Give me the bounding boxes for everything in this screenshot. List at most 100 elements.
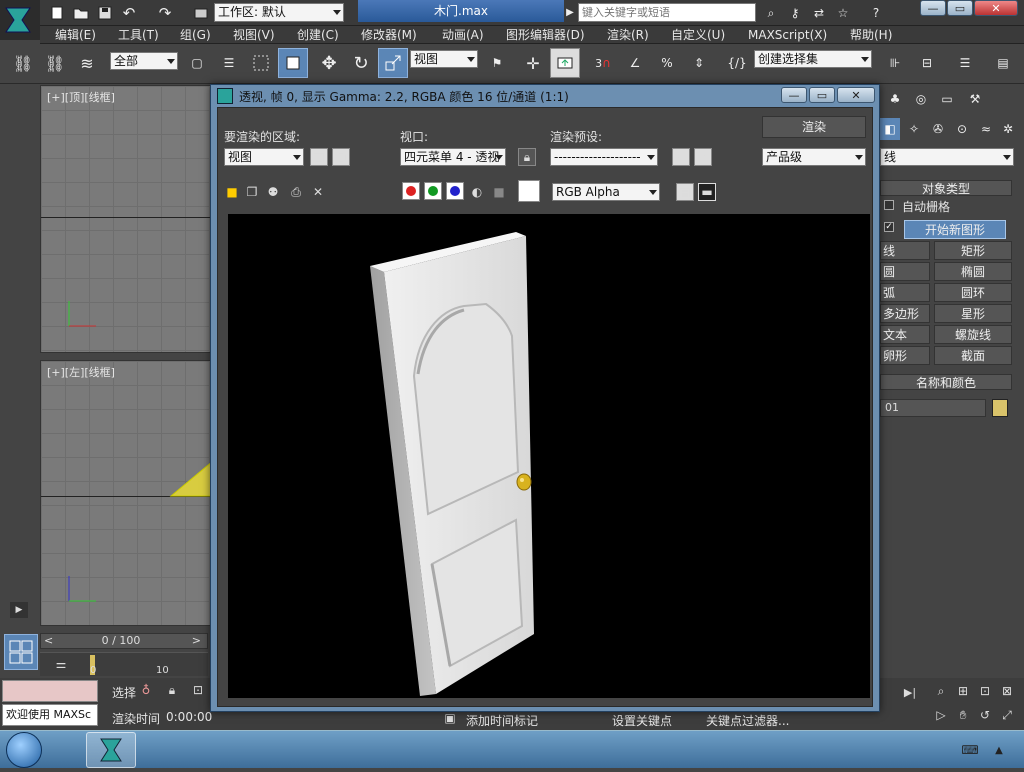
selection-lock-icon[interactable]: 🔒︎ [164,682,180,698]
absolute-mode-icon[interactable]: ⊡ [190,682,206,698]
angle-snap-icon[interactable]: ∠ [620,48,650,78]
window-crossing-icon[interactable] [278,48,308,78]
print-image-icon[interactable]: ⎙ [288,184,304,200]
shape-ngon-button[interactable]: 多边形 [880,304,930,323]
play-arrow-icon[interactable]: ▶ [564,4,576,20]
shape-circle-button[interactable]: 圆 [880,262,930,281]
menu-modifiers[interactable]: 修改器(M) [361,26,417,44]
track-bar[interactable]: ⚌ 0 10 [40,652,208,676]
render-window-maximize[interactable]: ▭ [809,87,835,103]
link-icon[interactable]: ⛓ [8,48,38,78]
render-window-close[interactable]: ✕ [837,87,875,103]
render-preset-dropdown[interactable]: -------------------- [550,148,658,166]
green-channel-toggle[interactable] [424,182,442,200]
render-quality-dropdown[interactable]: 产品级 [762,148,866,166]
clear-image-icon[interactable]: ✕ [310,184,326,200]
menu-tools[interactable]: 工具(T) [118,26,159,44]
environment-effects-icon[interactable]: ◉ [694,148,712,166]
start-button[interactable] [6,732,42,768]
help-icon[interactable]: ? [866,4,886,22]
clone-frame-window-icon[interactable]: ⚉ [264,184,282,200]
render-button[interactable]: 渲染 [762,116,866,138]
app-close-button[interactable]: ✕ [974,0,1018,16]
panel-hierarchy-icon[interactable]: ♣ [884,88,906,110]
mirror-icon[interactable]: ⊪ [880,48,910,78]
menu-help[interactable]: 帮助(H) [850,26,892,44]
project-folder-icon[interactable] [192,4,210,22]
display-channel-dropdown[interactable]: RGB Alpha [552,183,660,201]
keyboard-shortcut-icon[interactable] [550,48,580,78]
key-filters-label[interactable]: 关键点过滤器... [706,712,789,729]
alpha-channel-icon[interactable]: ◐ [470,184,484,200]
copy-image-icon[interactable]: ❐ [244,184,260,200]
toggle-ui-icon[interactable]: ▬ [698,183,716,201]
lights-category-icon[interactable]: ✧ [904,118,924,140]
open-file-icon[interactable] [72,4,90,22]
undo-icon[interactable]: ↶ [120,4,138,22]
toggle-ui-overlay-icon[interactable]: ▤ [676,183,694,201]
expand-viewport-icon[interactable]: ▶ [10,602,28,618]
layer-manager-icon[interactable]: ☰ [950,48,980,78]
swatch-color[interactable] [518,180,540,202]
shape-donut-button[interactable]: 圆环 [934,283,1012,302]
blue-channel-toggle[interactable] [446,182,464,200]
maxscript-listener-pink[interactable] [2,680,98,702]
start-new-shape-checkbox[interactable]: ✓ [884,222,894,232]
save-image-icon[interactable]: ■ [224,184,240,200]
tray-arrow-icon[interactable]: ▲ [990,741,1008,759]
render-setup-icon[interactable]: ⚙ [672,148,690,166]
red-channel-toggle[interactable] [402,182,420,200]
panel-motion-icon[interactable]: ◎ [910,88,932,110]
shape-star-button[interactable]: 星形 [934,304,1012,323]
menu-create[interactable]: 创建(C) [297,26,339,44]
left-viewport-label[interactable]: [+][左][线框] [47,364,115,380]
viewport-layout-icon[interactable] [4,634,38,670]
menu-rendering[interactable]: 渲染(R) [607,26,649,44]
menu-group[interactable]: 组(G) [180,26,211,44]
move-icon[interactable]: ✥ [314,48,344,78]
menu-edit[interactable]: 编辑(E) [55,26,96,44]
pan-view-icon[interactable]: ✋︎ [954,706,972,724]
auto-region-icon[interactable]: ▢ [332,148,350,166]
search-input[interactable] [578,3,756,22]
object-type-header[interactable]: 对象类型 [880,180,1012,196]
app-menu-button[interactable] [0,0,40,40]
app-restore-button[interactable]: ▭ [947,0,973,16]
star-icon[interactable]: ☆ [834,4,852,22]
top-viewport[interactable]: [+][顶][线框] [40,85,212,353]
time-slider[interactable]: < 0 / 100 > [40,633,208,649]
spinner-snap-icon[interactable]: ⇕ [684,48,714,78]
zoom-all-icon[interactable]: ⊞ [954,682,972,700]
cameras-category-icon[interactable]: ✇ [928,118,948,140]
manipulate-icon[interactable]: ✛ [518,48,548,78]
selection-filter-dropdown[interactable]: 全部 [110,52,178,70]
menu-maxscript[interactable]: MAXScript(X) [748,26,827,44]
shape-text-button[interactable]: 文本 [880,325,930,344]
shape-rectangle-button[interactable]: 矩形 [934,241,1012,260]
menu-graph-editors[interactable]: 图形编辑器(D) [506,26,585,44]
menu-animation[interactable]: 动画(A) [442,26,484,44]
zoom-extents-icon[interactable]: ⊡ [976,682,994,700]
reference-coord-dropdown[interactable]: 视图 [410,50,478,68]
goto-end-icon[interactable]: ▶| [900,684,920,700]
new-file-icon[interactable] [48,4,66,22]
exchange-icon[interactable]: ⇄ [810,4,828,22]
edit-named-selection-icon[interactable]: {/} [722,48,752,78]
select-by-name-icon[interactable]: ☰ [214,48,244,78]
binoculars-icon[interactable]: ⌕ [762,4,780,22]
scale-icon[interactable] [378,48,408,78]
workspace-dropdown[interactable]: 工作区: 默认 [214,3,344,22]
time-next-icon[interactable]: > [192,634,201,647]
track-bar-icon[interactable]: ⚌ [50,655,72,673]
align-icon[interactable]: ⊟ [912,48,942,78]
name-color-header[interactable]: 名称和颜色 [880,374,1012,390]
shapes-category-icon[interactable]: ◧ [880,118,900,140]
isolate-icon[interactable]: ♁ [138,682,154,698]
render-window-titlebar[interactable]: 透视, 帧 0, 显示 Gamma: 2.2, RGBA 颜色 16 位/通道 … [211,85,879,107]
panel-utilities-icon[interactable]: ⚒ [964,88,986,110]
render-window-minimize[interactable]: — [781,87,807,103]
orbit-icon[interactable]: ↺ [976,706,994,724]
shape-egg-button[interactable]: 卵形 [880,346,930,365]
spacewarps-category-icon[interactable]: ≈ [976,118,996,140]
rotate-icon[interactable]: ↻ [346,48,376,78]
